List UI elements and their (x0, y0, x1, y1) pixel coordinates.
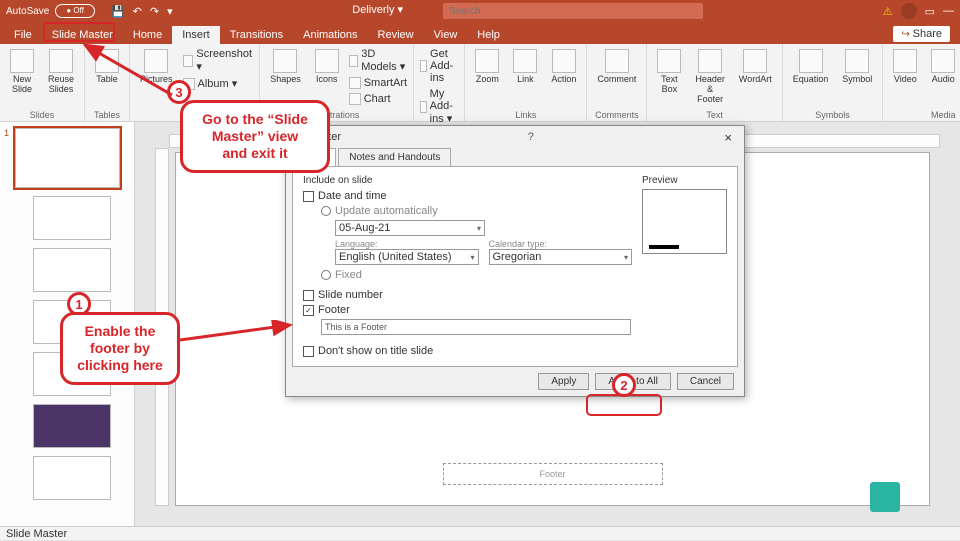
layout-thumb[interactable] (33, 196, 111, 240)
language-combo[interactable]: English (United States) (335, 249, 479, 265)
annotation-box-tab (43, 22, 115, 42)
get-addins-button[interactable]: Get Add-ins (420, 47, 458, 85)
tab-view[interactable]: View (424, 26, 468, 44)
video-button[interactable]: Video (889, 47, 921, 86)
autosave-label: AutoSave (6, 6, 49, 17)
layout-thumb[interactable] (33, 248, 111, 292)
annotation-box-applyall (586, 394, 662, 416)
apply-button[interactable]: Apply (538, 373, 589, 390)
tab-insert[interactable]: Insert (172, 26, 220, 44)
photo-album-button[interactable]: Album ▾ (183, 76, 254, 91)
tab-file[interactable]: File (4, 26, 42, 44)
preview-label: Preview (642, 175, 727, 186)
fixed-radio[interactable] (321, 270, 331, 280)
date-checkbox[interactable] (303, 191, 314, 202)
shapes-button[interactable]: Shapes (266, 47, 305, 86)
symbol-button[interactable]: Symbol (838, 47, 876, 86)
link-button[interactable]: Link (509, 47, 541, 86)
save-icon[interactable]: 💾 (111, 5, 125, 18)
include-label: Include on slide (303, 175, 632, 186)
3d-models-button[interactable]: 3D Models ▾ (349, 47, 407, 74)
floating-badge[interactable] (870, 482, 900, 512)
annotation-num-2: 2 (612, 373, 636, 397)
redo-icon[interactable]: ↷ (150, 5, 159, 18)
footer-placeholder[interactable]: Footer (443, 463, 663, 485)
dialog-tab-notes[interactable]: Notes and Handouts (338, 148, 451, 166)
tab-transitions[interactable]: Transitions (220, 26, 293, 44)
action-button[interactable]: Action (547, 47, 580, 86)
text-box-button[interactable]: Text Box (653, 47, 685, 96)
header-footer-button[interactable]: Header & Footer (691, 47, 729, 106)
reuse-slides-button[interactable]: Reuse Slides (44, 47, 78, 96)
footer-checkbox[interactable] (303, 305, 314, 316)
qat-more-icon[interactable]: ▾ (167, 5, 173, 18)
warning-icon[interactable]: ⚠ (883, 5, 893, 18)
footer-input[interactable] (321, 319, 631, 335)
account-avatar[interactable] (901, 3, 917, 19)
chart-button[interactable]: Chart (349, 92, 407, 106)
tab-review[interactable]: Review (368, 26, 424, 44)
audio-button[interactable]: Audio (927, 47, 959, 86)
minimize-icon[interactable]: — (943, 5, 954, 17)
header-footer-dialog: nd Footer ? × Slide Notes and Handouts I… (285, 125, 745, 397)
my-addins-button[interactable]: My Add-ins ▾ (420, 87, 458, 126)
status-bar: Slide Master (0, 526, 960, 540)
ribbon-tabs: File Slide Master Home Insert Transition… (0, 22, 960, 44)
comment-button[interactable]: Comment (593, 47, 640, 86)
help-icon[interactable]: ? (528, 131, 534, 143)
share-button[interactable]: ↪ Share (893, 26, 950, 42)
quick-access-toolbar: 💾 ↶ ↷ ▾ (111, 5, 173, 18)
noshow-checkbox[interactable] (303, 346, 314, 357)
annotation-callout-3: Go to the “Slide Master” view and exit i… (180, 100, 330, 173)
table-button[interactable]: Table (91, 47, 123, 86)
layout-thumb[interactable] (33, 404, 111, 448)
date-combo[interactable]: 05-Aug-21 (335, 220, 485, 236)
icons-button[interactable]: Icons (311, 47, 343, 86)
undo-icon[interactable]: ↶ (133, 5, 142, 18)
layout-thumb[interactable] (33, 456, 111, 500)
tab-help[interactable]: Help (467, 26, 510, 44)
screenshot-button[interactable]: Screenshot ▾ (183, 47, 254, 74)
wordart-button[interactable]: WordArt (735, 47, 776, 86)
autosave-toggle[interactable]: ● Off (55, 4, 95, 18)
calendar-combo[interactable]: Gregorian (489, 249, 633, 265)
tab-animations[interactable]: Animations (293, 26, 367, 44)
equation-button[interactable]: Equation (789, 47, 833, 86)
ribbon-options-icon[interactable]: ▭ (925, 5, 935, 18)
pictures-button[interactable]: Pictures (136, 47, 177, 86)
close-icon[interactable]: × (720, 130, 736, 145)
annotation-callout-1: Enable the footer by clicking here (60, 312, 180, 385)
slide-number-checkbox[interactable] (303, 290, 314, 301)
document-name[interactable]: Deliverly ▾ (352, 3, 403, 19)
tab-home[interactable]: Home (123, 26, 172, 44)
smartart-button[interactable]: SmartArt (349, 76, 407, 90)
ribbon: New Slide Reuse Slides Slides Table Tabl… (0, 44, 960, 122)
preview-box (642, 189, 727, 254)
zoom-button[interactable]: Zoom (471, 47, 503, 86)
cancel-button[interactable]: Cancel (677, 373, 734, 390)
new-slide-button[interactable]: New Slide (6, 47, 38, 96)
search-input[interactable] (443, 3, 703, 19)
title-bar: AutoSave ● Off 💾 ↶ ↷ ▾ Deliverly ▾ ⚠ ▭ — (0, 0, 960, 22)
update-auto-radio[interactable] (321, 206, 331, 216)
master-thumb[interactable] (15, 128, 120, 188)
